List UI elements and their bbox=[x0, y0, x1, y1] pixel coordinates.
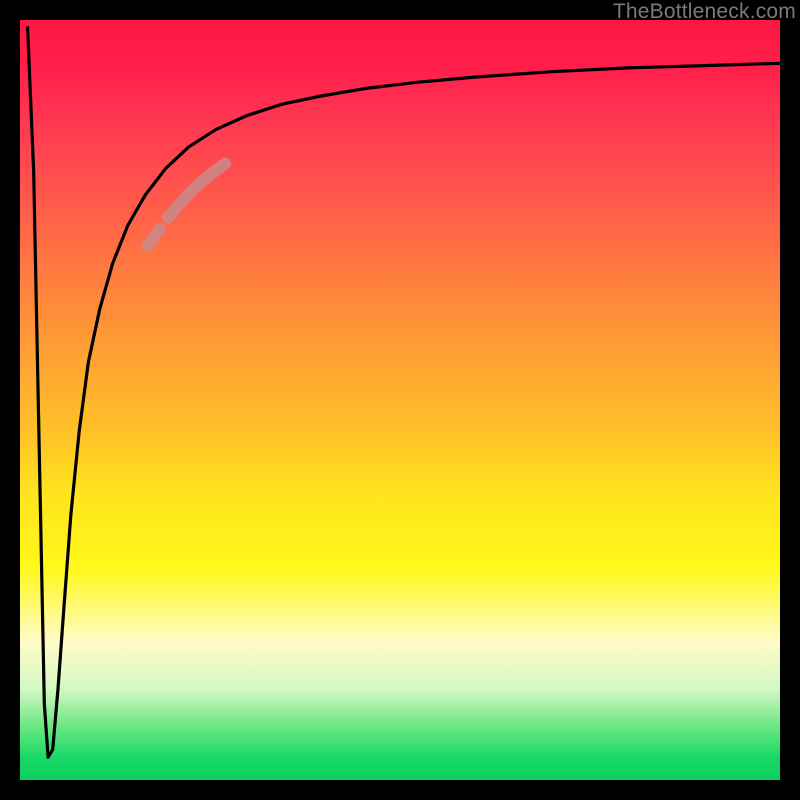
watermark-label: TheBottleneck.com bbox=[613, 0, 796, 24]
chart-frame: TheBottleneck.com bbox=[0, 0, 800, 800]
highlight-segment-a bbox=[168, 164, 225, 218]
chart-plot-area bbox=[20, 20, 780, 780]
main-curve-path bbox=[28, 28, 780, 758]
chart-svg bbox=[20, 20, 780, 780]
highlight-segment-b bbox=[148, 229, 160, 246]
